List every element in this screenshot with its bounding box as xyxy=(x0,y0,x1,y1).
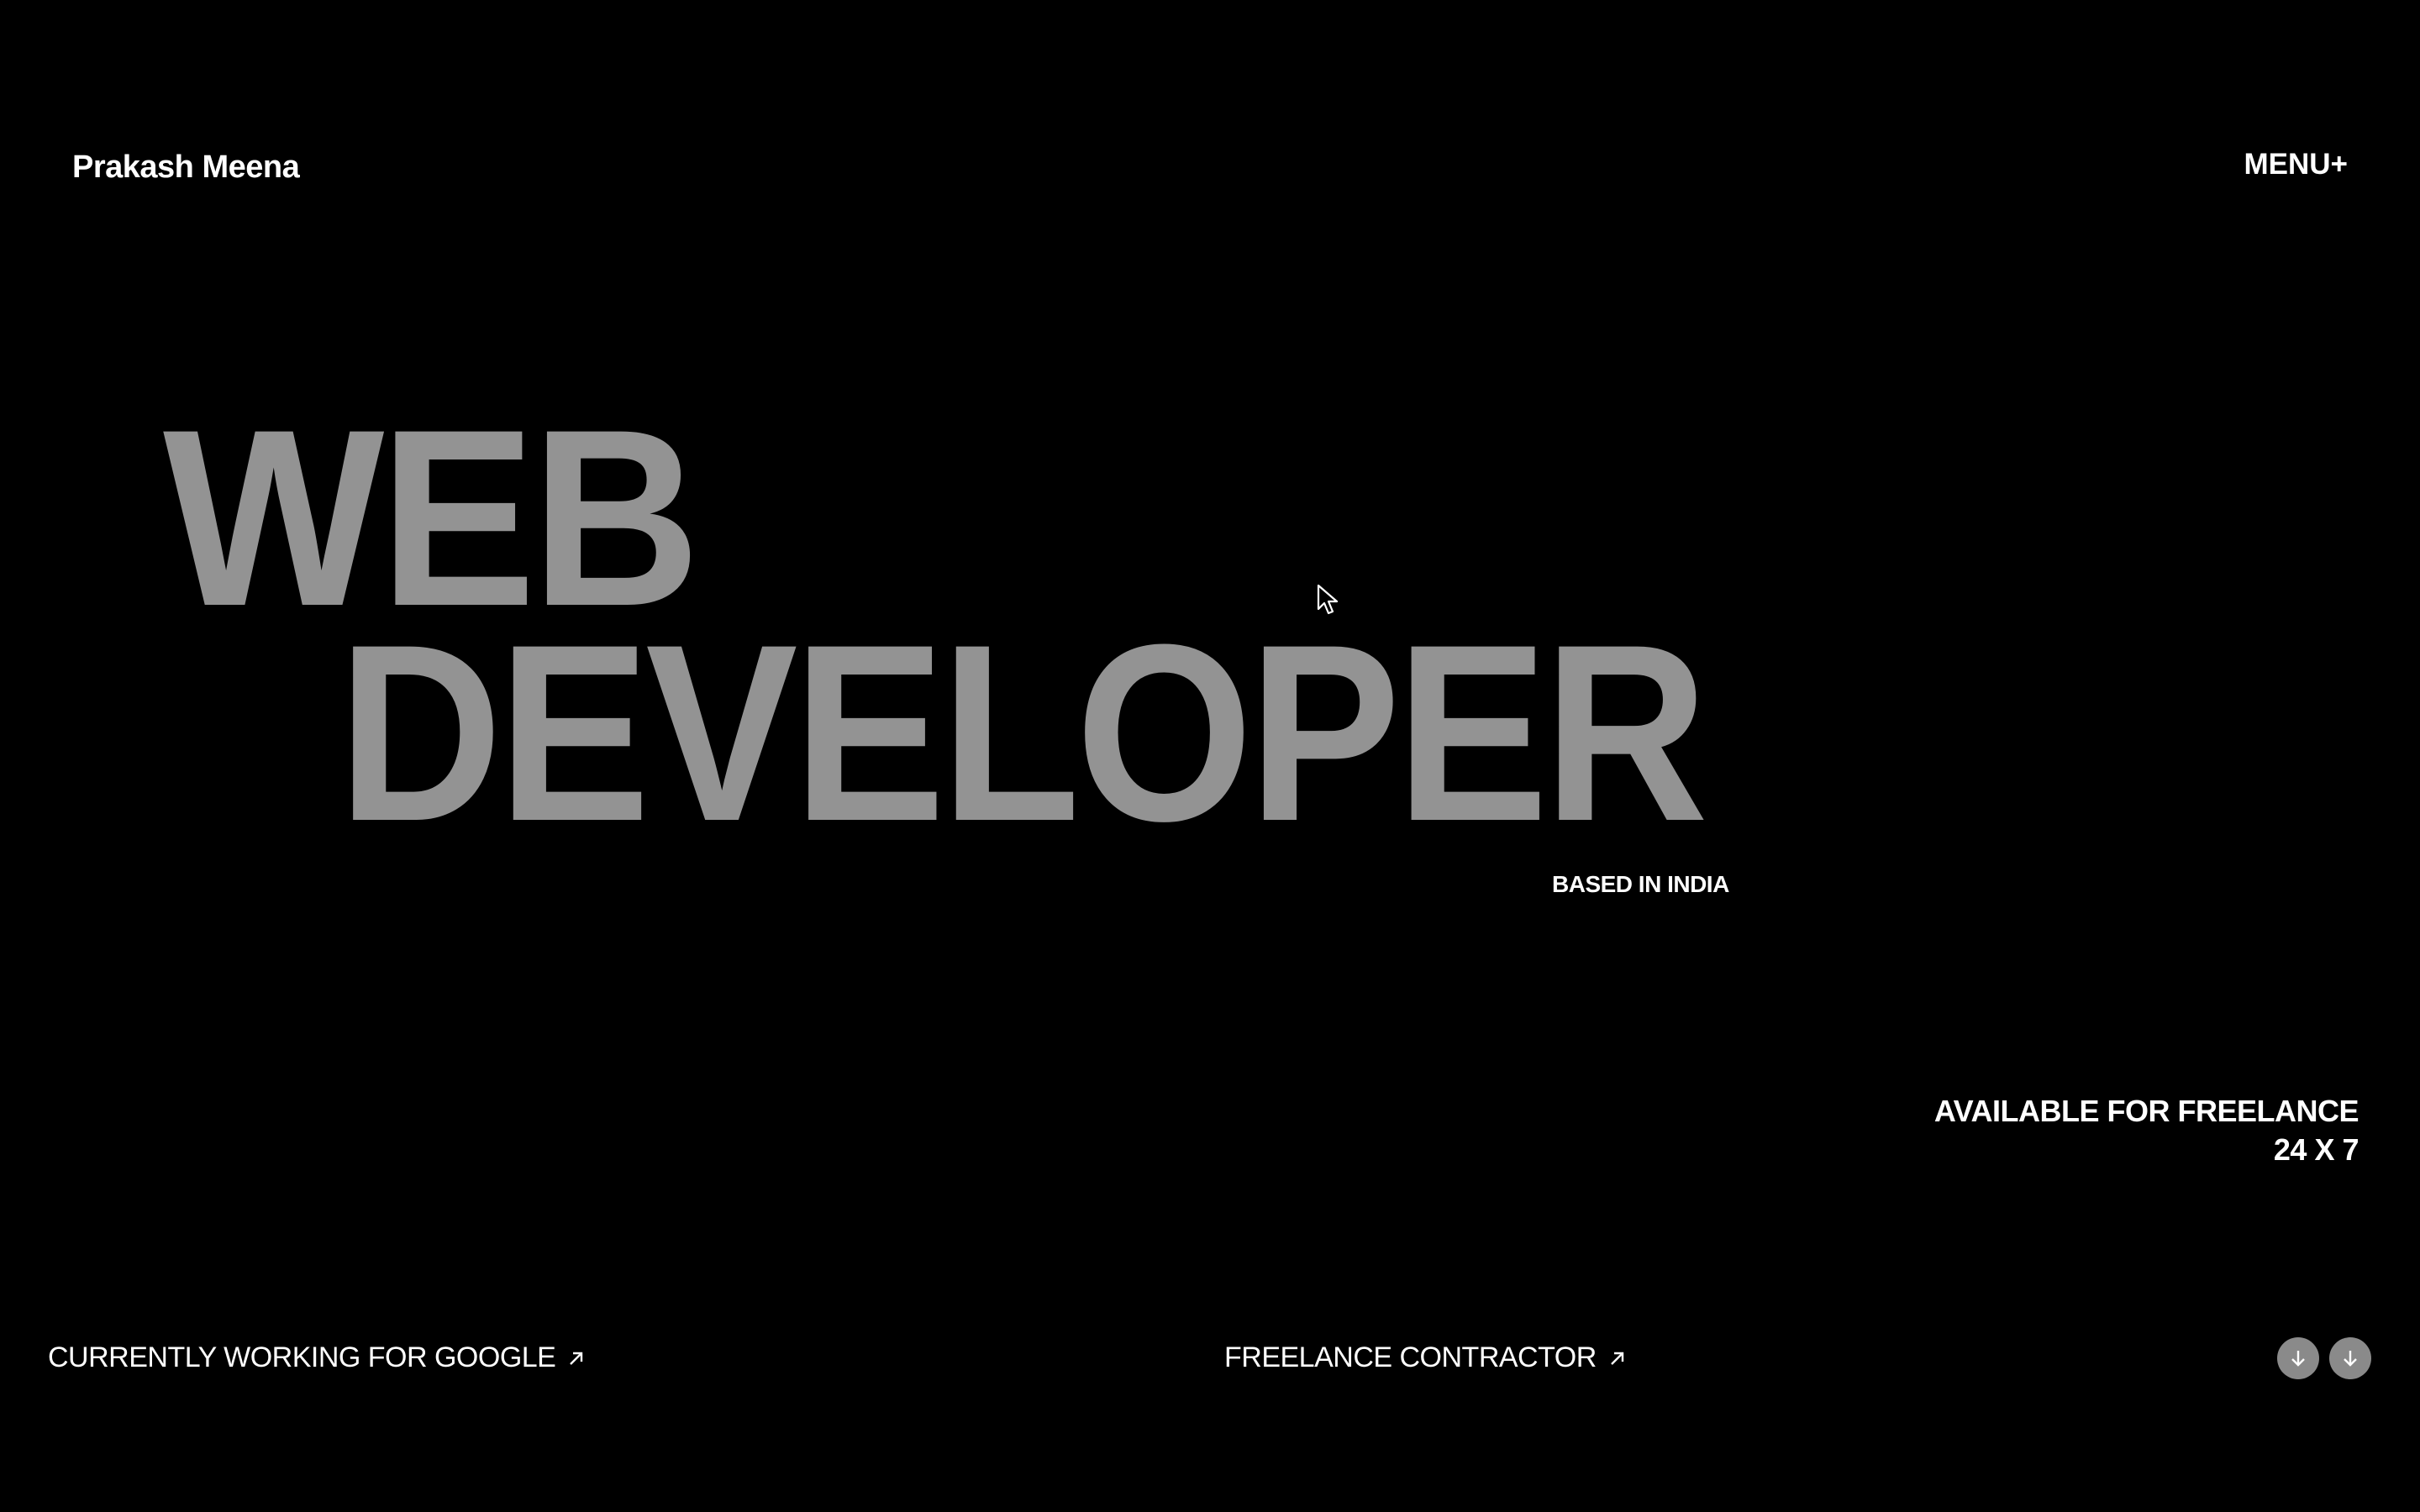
mouse-pointer-icon xyxy=(1317,584,1339,615)
current-employer-label: CURRENTLY WORKING FOR GOOGLE xyxy=(48,1341,556,1373)
location-label: BASED IN INDIA xyxy=(1552,871,1729,897)
freelance-contractor-label: FREELANCE CONTRACTOR xyxy=(1224,1341,1597,1373)
arrow-down-icon xyxy=(2291,1351,2305,1367)
scroll-controls xyxy=(2277,1337,2371,1379)
current-employer-link[interactable]: CURRENTLY WORKING FOR GOOGLE xyxy=(48,1341,586,1374)
menu-button[interactable]: MENU+ xyxy=(2244,148,2349,181)
availability-block: AVAILABLE FOR FREELANCE 24 X 7 xyxy=(1933,1092,2360,1169)
freelance-contractor-link[interactable]: FREELANCE CONTRACTOR xyxy=(1224,1341,1627,1374)
scroll-down-button-secondary[interactable] xyxy=(2329,1337,2371,1379)
brand-name[interactable]: Prakash Meena xyxy=(72,150,300,186)
hero-line-developer: DEVELOPER xyxy=(338,591,1708,874)
arrow-up-right-icon xyxy=(1610,1352,1623,1365)
availability-hours: 24 X 7 xyxy=(2273,1132,2360,1167)
scroll-down-button[interactable] xyxy=(2277,1337,2319,1379)
page: Prakash Meena MENU+ WEB DEVELOPER BASED … xyxy=(0,0,2420,1512)
availability-line: AVAILABLE FOR FREELANCE xyxy=(1933,1094,2360,1128)
arrow-up-right-icon xyxy=(570,1352,583,1365)
arrow-down-icon xyxy=(2344,1351,2357,1367)
